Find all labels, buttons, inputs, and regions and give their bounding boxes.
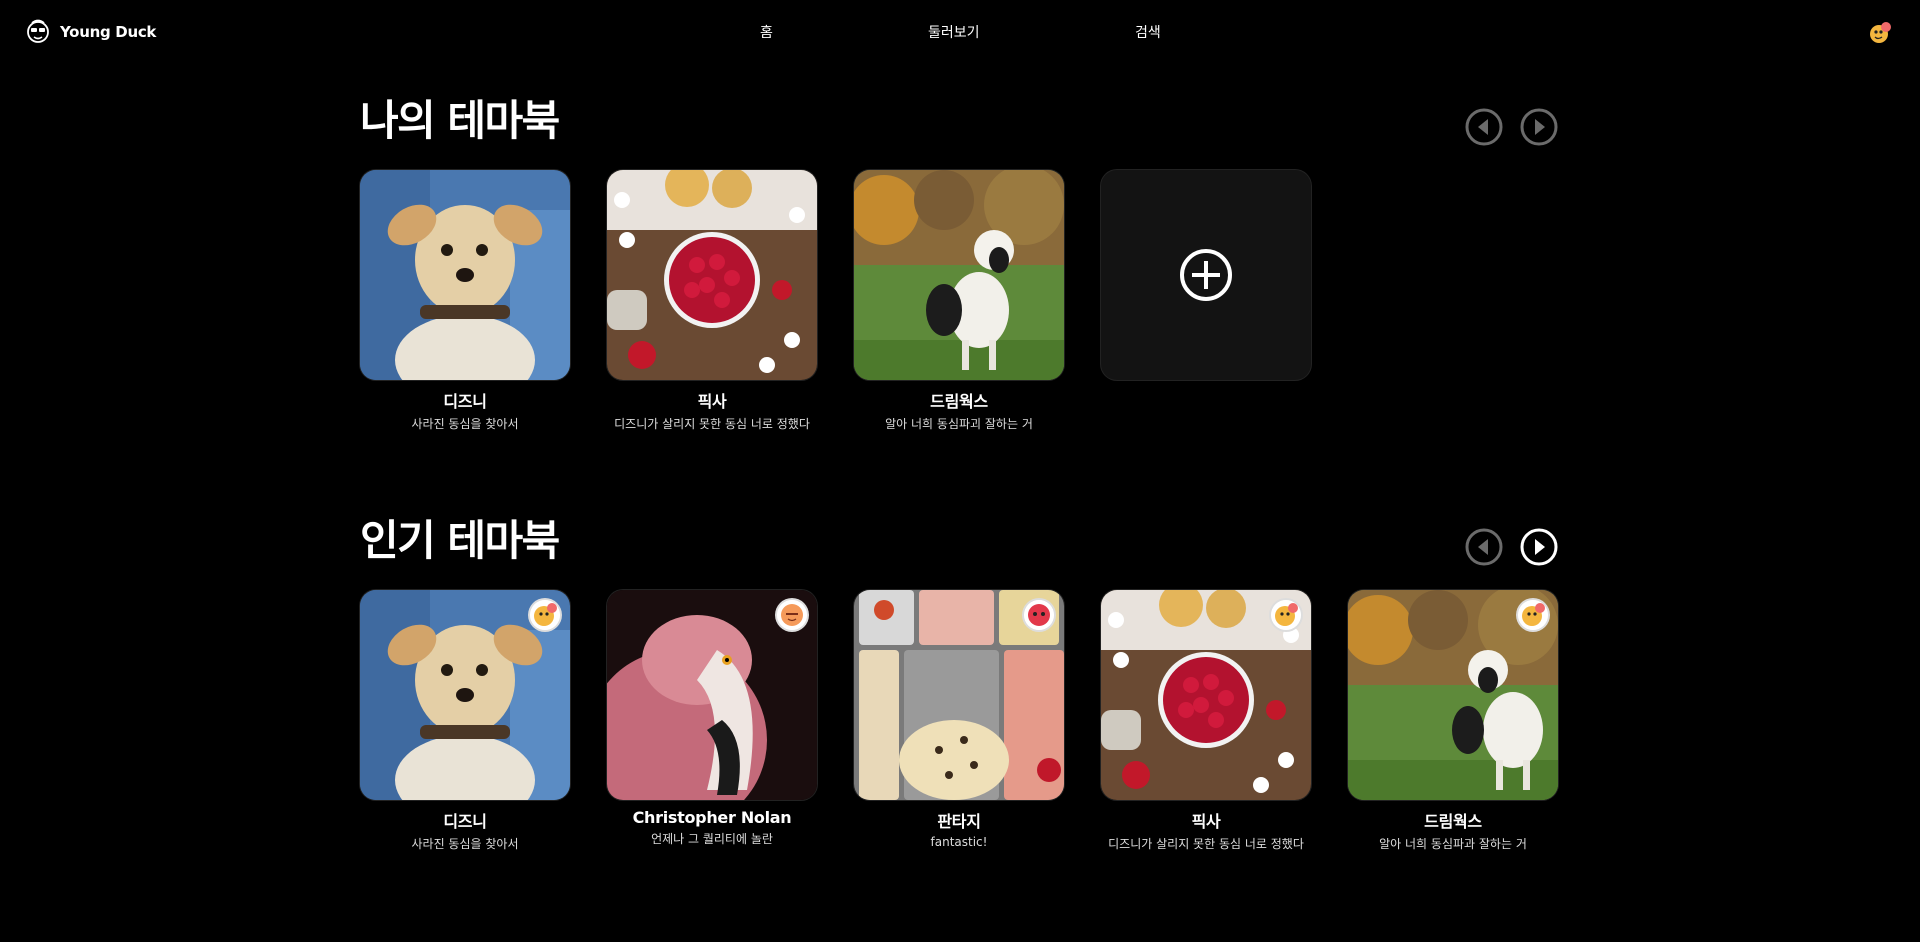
card-title: 디즈니 [443, 812, 487, 831]
card-title: 판타지 [937, 812, 981, 831]
lamb-photo [1348, 590, 1558, 800]
themebook-card[interactable]: 판타지 fantastic! [854, 590, 1064, 849]
card-subtitle: 언제나 그 퀄리티에 놀란 [651, 832, 773, 846]
card-subtitle: 사라진 동심을 찾아서 [411, 417, 519, 431]
card-subtitle: 알아 너희 동심파괴 잘하는 거 [885, 417, 1033, 431]
dog-photo [360, 590, 570, 800]
card-subtitle: 디즈니가 살리지 못한 동심 너로 정했다 [1108, 837, 1304, 851]
dog-photo [360, 170, 570, 380]
user-avatar-icon[interactable] [1868, 21, 1892, 45]
prev-arrow-icon[interactable] [1465, 528, 1503, 566]
popular-themebooks-title: 인기 테마북 [360, 516, 560, 565]
creator-avatar-icon[interactable] [1024, 600, 1054, 630]
brand[interactable]: Young Duck [26, 19, 156, 45]
nav-browse[interactable]: 둘러보기 [928, 22, 980, 42]
themebook-card[interactable]: 드림웍스 알아 너희 동심파괴 잘하는 거 [854, 170, 1064, 432]
next-arrow-icon[interactable] [1520, 528, 1558, 566]
themebook-card[interactable]: 드림웍스 알아 너희 동심파과 잘하는 거 [1348, 590, 1558, 852]
card-title: 픽사 [1191, 812, 1221, 831]
raspberries-photo [1101, 590, 1311, 800]
card-subtitle: 디즈니가 살리지 못한 동심 너로 정했다 [614, 417, 810, 431]
themebook-card[interactable]: 디즈니 사라진 동심을 찾아서 [360, 170, 570, 432]
card-title: 드림웍스 [1424, 812, 1482, 831]
popular-themebooks-list: 디즈니 사라진 동심을 찾아서 Christopher Nolan 언제나 그 … [360, 590, 1558, 851]
creator-avatar-icon[interactable] [1271, 600, 1301, 630]
next-arrow-icon[interactable] [1520, 108, 1558, 146]
top-navigation-bar: Young Duck 홈 둘러보기 검색 [0, 0, 1920, 64]
plus-circle-icon [1180, 249, 1232, 301]
add-themebook-tile [1101, 170, 1311, 380]
themebook-card[interactable]: Christopher Nolan 언제나 그 퀄리티에 놀란 [607, 590, 817, 847]
lamb-photo [854, 170, 1064, 380]
card-subtitle: 사라진 동심을 찾아서 [411, 837, 519, 851]
themebook-card[interactable]: 디즈니 사라진 동심을 찾아서 [360, 590, 570, 852]
card-subtitle: 알아 너희 동심파과 잘하는 거 [1379, 837, 1527, 851]
flamingo-photo [607, 590, 817, 800]
popular-themebooks-arrows [1465, 528, 1558, 566]
creator-avatar-icon[interactable] [777, 600, 807, 630]
my-themebooks-section: 나의 테마북 디즈니 사라진 동심을 찾아서 픽사 디즈니가 살리지 못한 동심… [360, 96, 1558, 431]
my-themebooks-title: 나의 테마북 [360, 96, 560, 145]
nav-search[interactable]: 검색 [1135, 22, 1161, 42]
add-themebook-button[interactable] [1101, 170, 1311, 380]
card-title: 드림웍스 [930, 392, 988, 411]
nav-home[interactable]: 홈 [760, 22, 773, 42]
card-title: Christopher Nolan [632, 808, 792, 827]
card-subtitle: fantastic! [930, 835, 988, 849]
themebook-card[interactable]: 픽사 디즈니가 살리지 못한 동심 너로 정했다 [607, 170, 817, 432]
card-title: 디즈니 [443, 392, 487, 411]
card-title: 픽사 [697, 392, 727, 411]
duck-logo-icon [27, 19, 49, 43]
popular-themebooks-section: 인기 테마북 디즈니 사라진 동심을 찾아서 Christopher Nolan… [360, 520, 1558, 860]
ice-cream-photo [854, 590, 1064, 800]
creator-avatar-icon[interactable] [530, 600, 560, 630]
themebook-card[interactable]: 픽사 디즈니가 살리지 못한 동심 너로 정했다 [1101, 590, 1311, 852]
my-themebooks-list: 디즈니 사라진 동심을 찾아서 픽사 디즈니가 살리지 못한 동심 너로 정했다… [360, 170, 1558, 431]
brand-name: Young Duck [60, 23, 157, 41]
my-themebooks-arrows [1465, 108, 1558, 146]
creator-avatar-icon[interactable] [1518, 600, 1548, 630]
raspberries-photo [607, 170, 817, 380]
prev-arrow-icon[interactable] [1465, 108, 1503, 146]
